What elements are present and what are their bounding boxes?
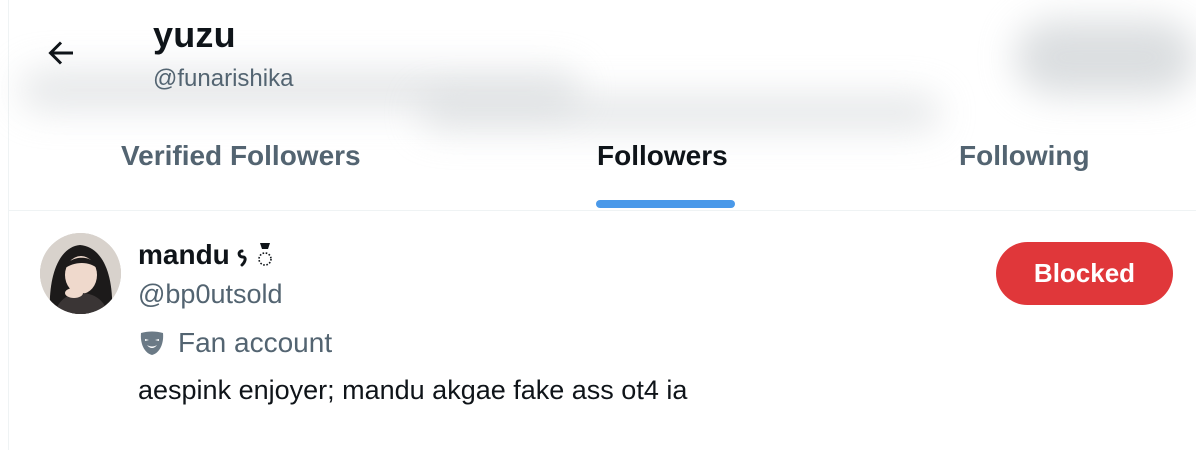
profile-name: yuzu	[153, 14, 236, 55]
user-cell[interactable]: mandu @bp0utsold Fan account aespink enj…	[9, 211, 1196, 450]
account-label: Fan account	[138, 327, 332, 359]
account-label-text: Fan account	[178, 327, 333, 358]
profile-handle: @funarishika	[153, 65, 294, 92]
back-button[interactable]	[40, 32, 82, 74]
tab-followers[interactable]: Followers	[597, 140, 728, 172]
tab-verified-followers[interactable]: Verified Followers	[121, 140, 361, 172]
user-name-text: mandu	[138, 238, 230, 270]
avatar-photo	[40, 233, 121, 314]
avatar[interactable]	[40, 233, 121, 314]
blurred-button	[1015, 20, 1196, 95]
name-emoji-icon	[234, 237, 278, 276]
arrow-left-icon	[48, 41, 73, 65]
theater-mask-icon	[140, 331, 164, 355]
user-bio: aespink enjoyer; mandu akgae fake ass ot…	[138, 375, 688, 405]
followers-page: yuzu @funarishika Verified Followers Fol…	[0, 0, 1196, 450]
tab-bar: Verified Followers Followers Following	[9, 120, 1196, 211]
blocked-button[interactable]: Blocked	[996, 242, 1173, 305]
user-handle: @bp0utsold	[138, 279, 283, 309]
profile-header: yuzu @funarishika	[0, 0, 1196, 130]
active-tab-indicator	[596, 200, 735, 208]
tab-following[interactable]: Following	[959, 140, 1090, 172]
user-name[interactable]: mandu	[138, 237, 278, 276]
